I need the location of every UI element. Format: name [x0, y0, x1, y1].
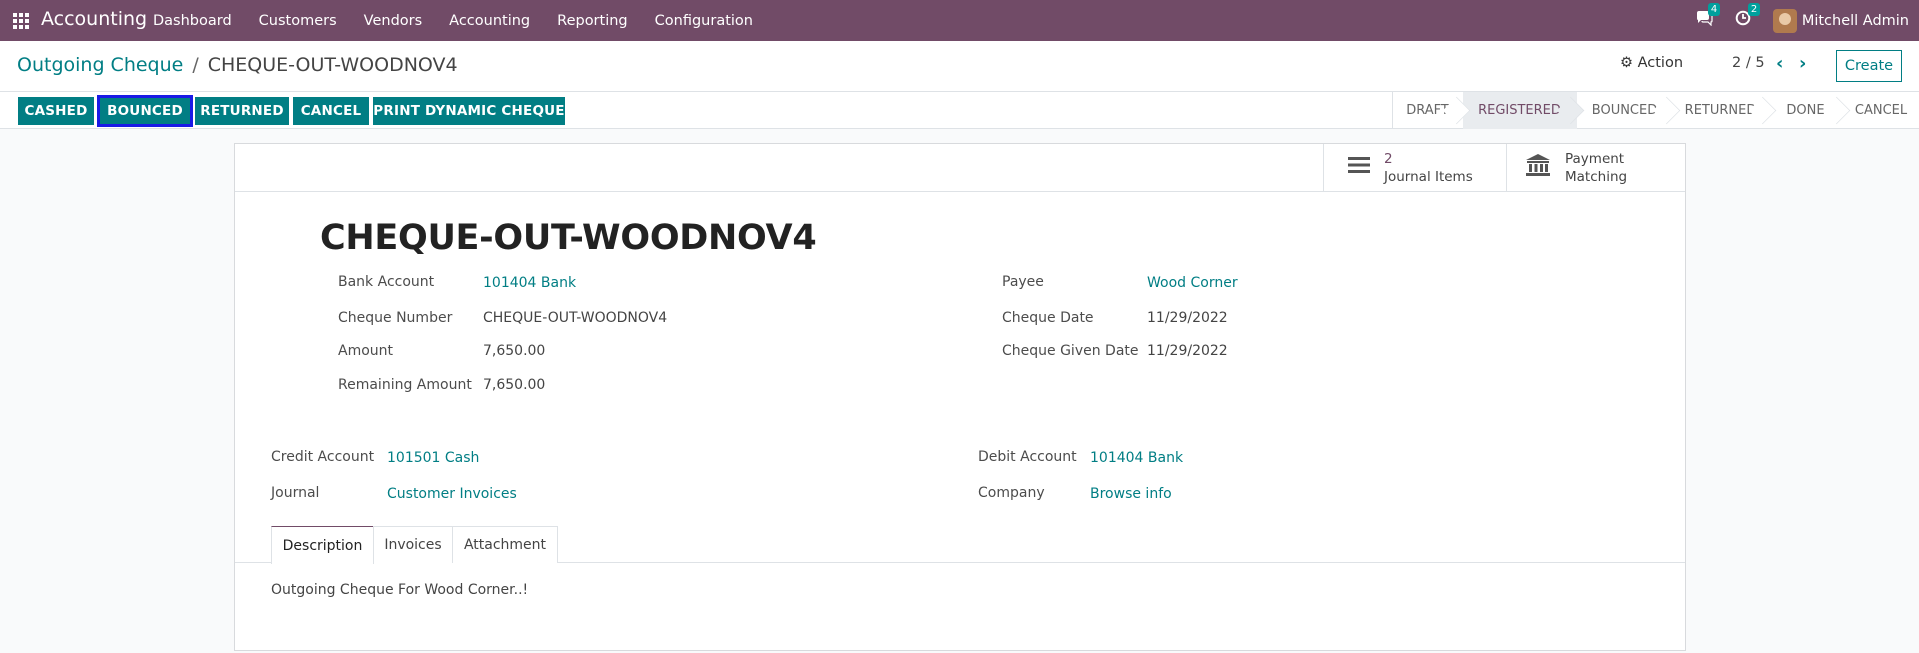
journal-items-label: Journal Items — [1384, 168, 1473, 185]
payment-matching-smart-button[interactable]: Payment Matching — [1506, 144, 1686, 191]
top-navbar: Accounting Dashboard Customers Vendors A… — [0, 0, 1919, 41]
debit-account-field[interactable]: 101404 Bank — [1090, 450, 1183, 466]
control-panel: Outgoing Cheque / CHEQUE-OUT-WOODNOV4 ⚙ … — [0, 41, 1919, 91]
cheque-given-date-field[interactable]: 11/29/2022 — [1147, 343, 1228, 359]
remaining-amount-label: Remaining Amount — [338, 377, 472, 393]
credit-account-label: Credit Account — [271, 449, 375, 465]
record-title: CHEQUE-OUT-WOODNOV4 — [320, 218, 817, 258]
breadcrumb-parent-link[interactable]: Outgoing Cheque — [17, 54, 183, 76]
action-label: Action — [1637, 55, 1684, 71]
journal-items-smart-button[interactable]: 2 Journal Items — [1323, 144, 1506, 191]
returned-button[interactable]: RETURNED — [195, 97, 289, 125]
company-field[interactable]: Browse info — [1090, 486, 1172, 502]
bank-icon — [1525, 153, 1551, 183]
journal-field[interactable]: Customer Invoices — [387, 486, 517, 502]
messages-icon[interactable]: 4 — [1695, 3, 1721, 31]
user-menu[interactable]: Mitchell Admin — [1802, 13, 1909, 29]
cheque-given-date-label: Cheque Given Date — [1002, 343, 1139, 359]
form-statusbar: CASHED BOUNCED RETURNED CANCEL PRINT DYN… — [0, 91, 1919, 129]
status-stages: DRAFT REGISTERED BOUNCED RETURNED DONE C… — [1392, 92, 1919, 129]
action-menu-button[interactable]: ⚙ Action — [1620, 55, 1683, 71]
pager-value[interactable]: 2 / 5 — [1732, 55, 1765, 71]
cashed-button[interactable]: CASHED — [18, 97, 94, 125]
stage-bounced[interactable]: BOUNCED — [1577, 92, 1673, 129]
amount-label: Amount — [338, 343, 394, 359]
bounced-button[interactable]: BOUNCED — [97, 95, 193, 127]
tab-attachment[interactable]: Attachment — [452, 526, 558, 563]
systray: 4 2 Mitchell Admin — [1695, 0, 1919, 41]
breadcrumb-separator: / — [192, 54, 199, 76]
cheque-date-label: Cheque Date — [1002, 310, 1094, 326]
payment-label-line-1: Payment — [1565, 150, 1625, 167]
smart-button-box: 2 Journal Items Payment Matching — [235, 144, 1685, 192]
notebook-tabs: Description Invoices Attachment — [235, 526, 1685, 564]
apps-menu-icon[interactable] — [13, 13, 29, 29]
amount-field[interactable]: 7,650.00 — [483, 343, 545, 359]
activities-badge: 2 — [1747, 3, 1761, 16]
gear-icon: ⚙ — [1620, 55, 1633, 71]
journal-label: Journal — [271, 485, 320, 501]
stage-done[interactable]: DONE — [1769, 92, 1843, 129]
cheque-number-field[interactable]: CHEQUE-OUT-WOODNOV4 — [483, 310, 667, 326]
cancel-button[interactable]: CANCEL — [293, 97, 369, 125]
print-dynamic-cheque-button[interactable]: PRINT DYNAMIC CHEQUE — [373, 97, 565, 125]
company-label: Company — [978, 485, 1045, 501]
remaining-amount-field: 7,650.00 — [483, 377, 546, 393]
menu-item-vendors[interactable]: Vendors — [364, 13, 423, 29]
bank-account-label: Bank Account — [338, 274, 435, 290]
activities-clock-icon[interactable]: 2 — [1735, 3, 1761, 31]
messages-badge: 4 — [1707, 3, 1721, 16]
app-name[interactable]: Accounting — [41, 8, 147, 30]
bank-account-field[interactable]: 101404 Bank — [483, 275, 576, 291]
menu-item-accounting[interactable]: Accounting — [449, 13, 530, 29]
cheque-number-label: Cheque Number — [338, 310, 453, 326]
debit-account-label: Debit Account — [978, 449, 1077, 465]
tab-description[interactable]: Description — [271, 526, 374, 564]
form-sheet: 2 Journal Items Payment Matching CHEQUE-… — [234, 143, 1686, 651]
payment-label-line-2: Matching — [1565, 168, 1628, 185]
stage-cancel[interactable]: CANCEL — [1843, 92, 1919, 129]
menu-item-dashboard[interactable]: Dashboard — [153, 13, 232, 29]
menu-item-configuration[interactable]: Configuration — [655, 13, 753, 29]
breadcrumb-current: CHEQUE-OUT-WOODNOV4 — [207, 54, 458, 76]
cheque-date-field[interactable]: 11/29/2022 — [1147, 310, 1228, 326]
stage-returned[interactable]: RETURNED — [1673, 92, 1769, 129]
journal-items-count: 2 — [1384, 150, 1393, 167]
list-bars-icon — [1348, 155, 1370, 180]
main-menu: Dashboard Customers Vendors Accounting R… — [153, 0, 780, 41]
payee-label: Payee — [1002, 274, 1044, 290]
tab-invoices[interactable]: Invoices — [373, 526, 453, 563]
menu-item-reporting[interactable]: Reporting — [557, 13, 628, 29]
description-text[interactable]: Outgoing Cheque For Wood Corner..! — [271, 582, 528, 598]
create-button[interactable]: Create — [1836, 50, 1902, 82]
payee-field[interactable]: Wood Corner — [1147, 275, 1238, 291]
stage-draft[interactable]: DRAFT — [1393, 92, 1463, 129]
user-avatar[interactable] — [1772, 8, 1797, 33]
pager-previous-icon[interactable]: ‹ — [1776, 53, 1783, 74]
menu-item-customers[interactable]: Customers — [259, 13, 337, 29]
credit-account-field[interactable]: 101501 Cash — [387, 450, 479, 466]
stage-registered[interactable]: REGISTERED — [1463, 92, 1577, 129]
pager-next-icon[interactable]: › — [1799, 53, 1806, 74]
breadcrumb: Outgoing Cheque / CHEQUE-OUT-WOODNOV4 — [17, 54, 458, 76]
